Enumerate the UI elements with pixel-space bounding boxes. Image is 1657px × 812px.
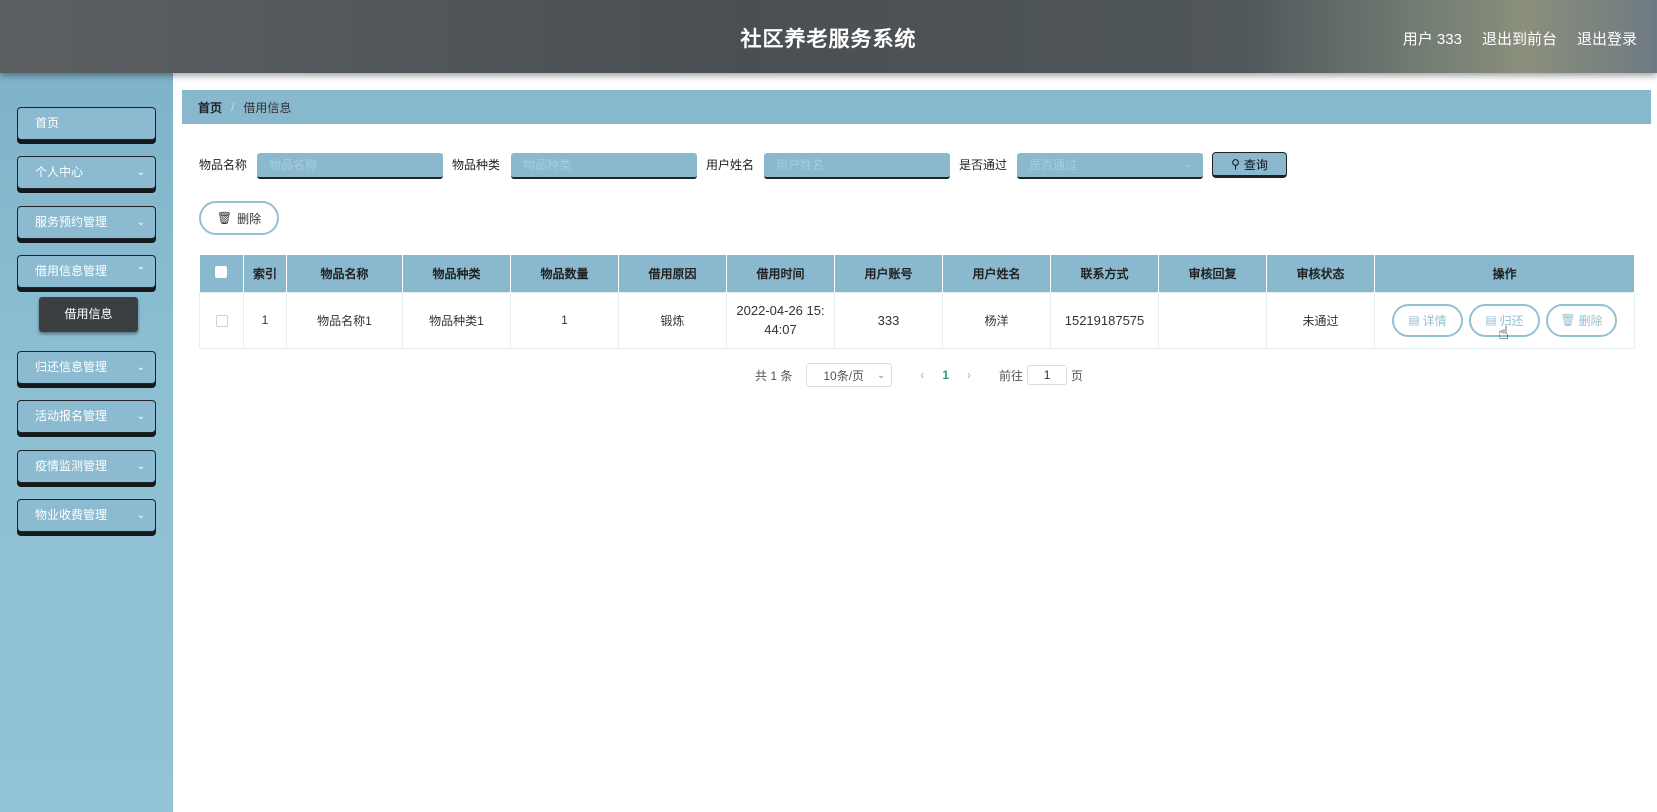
approved-select-value: 是否通过: [1029, 158, 1078, 172]
item-name-input[interactable]: 物品名称: [257, 153, 443, 179]
column-header: 借用时间: [726, 255, 835, 292]
column-header: 操作: [1374, 255, 1635, 292]
next-page-icon[interactable]: ›: [967, 368, 971, 382]
sidebar-item-label: 活动报名管理: [35, 409, 108, 423]
select-all-checkbox[interactable]: [199, 255, 244, 292]
detail-button[interactable]: ▤ 详情: [1392, 303, 1463, 337]
page-number[interactable]: 1: [942, 368, 949, 382]
query-button-label: 查询: [1243, 157, 1268, 172]
sidebar-item-property-fee[interactable]: 物业收费管理 ⌄: [17, 499, 156, 532]
chevron-up-icon: ⌃: [136, 266, 145, 277]
trash-icon: 🗑: [216, 211, 233, 225]
sidebar-item-return-management[interactable]: 归还信息管理 ⌄: [17, 351, 156, 384]
row-delete-label: 删除: [1578, 313, 1603, 328]
item-type-label: 物品种类: [452, 158, 501, 172]
approved-select[interactable]: 是否通过 ⌄: [1017, 153, 1203, 179]
cell-reason: 锻炼: [618, 291, 727, 349]
chevron-down-icon: ⌄: [136, 510, 145, 521]
submenu-item-borrow-info[interactable]: 借用信息: [39, 297, 138, 332]
cell-item-name: 物品名称1: [286, 291, 403, 349]
sidebar-item-epidemic-monitoring[interactable]: 疫情监测管理 ⌄: [17, 450, 156, 483]
cell-review-reply: [1158, 291, 1267, 349]
sidebar-item-personal-center[interactable]: 个人中心 ⌄: [17, 156, 156, 189]
column-header: 用户姓名: [942, 255, 1051, 292]
cell-contact: 15219187575: [1050, 291, 1159, 349]
sidebar-item-borrow-management[interactable]: 借用信息管理 ⌃: [17, 255, 156, 288]
borrow-time-line-2: 44:07: [764, 322, 797, 337]
sidebar-item-label: 个人中心: [35, 165, 84, 179]
current-user: 用户 333: [1402, 31, 1462, 48]
top-header: 社区养老服务系统 用户 333 退出到前台 退出登录: [0, 0, 1657, 73]
table-row: 1 物品名称1 物品种类1 1 锻炼 2022-04-26 15: 44:07 …: [199, 291, 1635, 349]
breadcrumb: 首页 / 借用信息: [182, 90, 1651, 124]
column-header: 物品数量: [510, 255, 619, 292]
mouse-cursor-icon: ☝: [1498, 323, 1509, 343]
page-size-select[interactable]: 10条/页 ⌄: [806, 363, 893, 387]
user-name-label: 用户姓名: [706, 158, 755, 172]
logout-link[interactable]: 退出登录: [1577, 28, 1637, 49]
column-header: 索引: [243, 255, 287, 292]
document-icon: ▤: [1485, 313, 1497, 327]
column-header: 审核回复: [1158, 255, 1267, 292]
pagination: 共 1 条 10条/页 ⌄ ‹ 1 › 前往 1 页: [755, 363, 1083, 387]
user-name-input[interactable]: 用户姓名: [764, 153, 950, 179]
column-header: 审核状态: [1266, 255, 1375, 292]
borrow-info-table: 索引 物品名称 物品种类 物品数量 借用原因 借用时间 用户账号 用户姓名 联系…: [199, 255, 1635, 349]
sidebar-item-label: 首页: [35, 116, 60, 130]
chevron-down-icon: ⌄: [136, 362, 145, 373]
chevron-down-icon: ⌄: [136, 217, 145, 228]
prev-page-icon[interactable]: ‹: [920, 368, 924, 382]
sidebar-item-activity-signup[interactable]: 活动报名管理 ⌄: [17, 400, 156, 433]
cell-user-name: 杨洋: [942, 291, 1051, 349]
goto-page-input[interactable]: 1: [1027, 365, 1068, 385]
pagination-total: 共 1 条: [755, 368, 793, 383]
cell-account: 333: [834, 291, 943, 349]
goto-label: 前往: [999, 368, 1024, 383]
cell-borrow-time: 2022-04-26 15: 44:07: [726, 291, 835, 349]
cell-item-type: 物品种类1: [402, 291, 511, 349]
chevron-down-icon: ⌄: [136, 411, 145, 422]
header-links: 用户 333 退出到前台 退出登录: [1403, 28, 1637, 49]
borrow-time-line-1: 2022-04-26 15:: [736, 303, 825, 318]
column-header: 物品种类: [402, 255, 511, 292]
sidebar-item-service-booking[interactable]: 服务预约管理 ⌄: [17, 206, 156, 239]
bulk-delete-label: 删除: [237, 211, 262, 226]
chevron-down-icon: ⌄: [136, 167, 145, 178]
breadcrumb-current: 借用信息: [243, 100, 292, 115]
column-header: 联系方式: [1050, 255, 1159, 292]
sidebar-item-label: 借用信息管理: [35, 264, 108, 278]
bulk-delete-button[interactable]: 🗑 删除: [199, 201, 279, 235]
breadcrumb-home[interactable]: 首页: [198, 99, 222, 116]
column-header: 用户账号: [834, 255, 943, 292]
row-delete-button[interactable]: 🗑 删除: [1546, 303, 1617, 337]
sidebar-item-home[interactable]: 首页: [17, 107, 156, 140]
row-checkbox[interactable]: [199, 291, 244, 349]
item-name-label: 物品名称: [199, 158, 248, 172]
chevron-down-icon: ⌄: [136, 461, 145, 472]
sidebar: 首页 个人中心 ⌄ 服务预约管理 ⌄ 借用信息管理 ⌃ 归还信息管理 ⌄ 活动报…: [0, 73, 173, 812]
search-icon: ⚲: [1231, 157, 1240, 171]
page-size-value: 10条/页: [823, 368, 865, 383]
breadcrumb-separator: /: [231, 100, 235, 114]
sidebar-item-label: 物业收费管理: [35, 508, 108, 522]
detail-button-label: 详情: [1422, 313, 1447, 328]
column-header: 借用原因: [618, 255, 727, 292]
document-icon: ▤: [1408, 313, 1420, 327]
sidebar-item-label: 疫情监测管理: [35, 459, 108, 473]
page-suffix: 页: [1071, 368, 1084, 383]
cell-index: 1: [243, 291, 287, 349]
item-type-input[interactable]: 物品种类: [511, 153, 697, 179]
query-button[interactable]: ⚲ 查询: [1212, 152, 1287, 178]
chevron-down-icon: ⌄: [876, 369, 886, 381]
column-header: 物品名称: [286, 255, 403, 292]
cell-review-status: 未通过: [1266, 291, 1375, 349]
trash-icon: 🗑: [1560, 313, 1576, 327]
sidebar-item-label: 归还信息管理: [35, 360, 108, 374]
chevron-down-icon: ⌄: [1184, 159, 1193, 170]
cell-quantity: 1: [510, 291, 619, 349]
to-front-link[interactable]: 退出到前台: [1482, 28, 1557, 49]
sidebar-item-label: 服务预约管理: [35, 215, 108, 229]
table-header-row: 索引 物品名称 物品种类 物品数量 借用原因 借用时间 用户账号 用户姓名 联系…: [199, 255, 1635, 292]
approved-label: 是否通过: [959, 158, 1008, 172]
